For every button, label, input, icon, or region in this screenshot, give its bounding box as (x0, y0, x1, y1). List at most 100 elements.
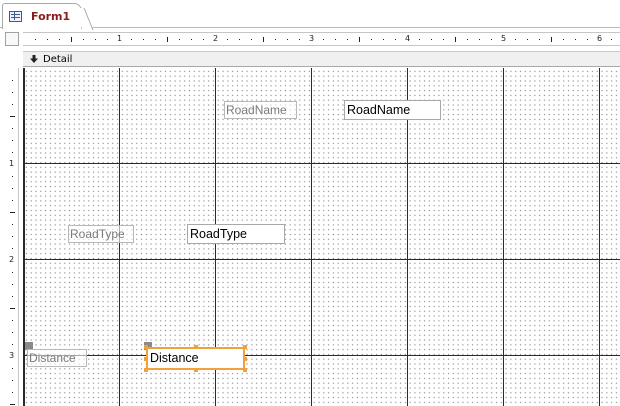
ruler-number: 3 (309, 34, 315, 43)
ruler-tick (12, 332, 13, 333)
ruler-tick (527, 39, 528, 40)
document-tab-strip: Form1 (0, 0, 620, 29)
ruler-tick (12, 92, 13, 93)
ruler-tick (35, 39, 36, 40)
ruler-tick (59, 39, 60, 40)
ruler-tick (12, 284, 13, 285)
ruler-tick (12, 188, 13, 189)
grid-line-horizontal (23, 355, 620, 356)
ruler-tick (491, 39, 492, 40)
form-selector-box[interactable] (5, 32, 19, 46)
ruler-tick (431, 39, 432, 40)
ruler-tick (443, 39, 444, 40)
grid-line-horizontal (23, 259, 620, 260)
detail-section-header[interactable]: Detail (23, 51, 620, 67)
ruler-tick (335, 39, 336, 40)
ruler-tick (395, 39, 396, 40)
grid-line-horizontal (23, 163, 620, 164)
ruler-tick (12, 176, 13, 177)
ruler-tick (12, 248, 13, 249)
ruler-tick (239, 39, 240, 40)
section-down-arrow-icon (30, 55, 38, 63)
ruler-number: 1 (9, 159, 15, 168)
ruler-tick (12, 380, 13, 381)
ruler-tick (563, 39, 564, 40)
ruler-tick (95, 39, 96, 40)
roadname-label[interactable]: RoadName (224, 101, 297, 119)
resize-handle[interactable] (144, 345, 148, 349)
form1-tab[interactable]: Form1 (2, 3, 82, 29)
ruler-number: 3 (9, 351, 15, 360)
ruler-tick (12, 224, 13, 225)
ruler-tick (323, 39, 324, 40)
ruler-tick (347, 39, 348, 40)
ruler-tick (587, 39, 588, 40)
ruler-number: 1 (117, 34, 123, 43)
ruler-tick (359, 37, 360, 42)
ruler-tick (143, 39, 144, 40)
ruler-tick (131, 39, 132, 40)
ruler-tick (71, 37, 72, 42)
ruler-tick (47, 39, 48, 40)
ruler-tick (12, 344, 13, 345)
ruler-tick (263, 37, 264, 42)
ruler-tick (275, 39, 276, 40)
roadtype-label[interactable]: RoadType (68, 225, 134, 243)
ruler-tick (12, 140, 13, 141)
resize-handle[interactable] (144, 357, 148, 361)
ruler-number: 2 (9, 255, 15, 264)
ruler-tick (479, 39, 480, 40)
resize-handle[interactable] (243, 345, 247, 349)
ruler-tick (12, 272, 13, 273)
ruler-tick (611, 39, 612, 40)
ruler-number: 5 (501, 34, 507, 43)
roadname-textbox[interactable]: RoadName (344, 100, 441, 120)
resize-handle[interactable] (243, 357, 247, 361)
ruler-tick (12, 320, 13, 321)
distance-textbox[interactable]: Distance (146, 347, 245, 370)
ruler-number: 6 (597, 34, 603, 43)
ruler-tick (12, 128, 13, 129)
resize-handle[interactable] (144, 368, 148, 372)
ruler-tick (12, 80, 13, 81)
resize-handle[interactable] (194, 345, 198, 349)
ruler-tick (83, 39, 84, 40)
ruler-tick (10, 116, 15, 117)
ruler-tick (10, 212, 15, 213)
ruler-tick (12, 236, 13, 237)
ruler-tick (12, 152, 13, 153)
ruler-tick (203, 39, 204, 40)
ruler-tick (251, 39, 252, 40)
resize-handle[interactable] (243, 368, 247, 372)
distance-label[interactable]: Distance (27, 349, 87, 367)
detail-section[interactable]: RoadName RoadName RoadType RoadType Dist… (23, 68, 620, 406)
ruler-tick (515, 39, 516, 40)
ruler-tick (287, 39, 288, 40)
ruler-tick (179, 39, 180, 40)
ruler-tick (575, 39, 576, 40)
detail-section-label: Detail (43, 54, 73, 65)
vertical-ruler[interactable]: 1 2 3 (5, 68, 19, 406)
ruler-tick (551, 37, 552, 42)
ruler-tick (383, 39, 384, 40)
roadtype-textbox[interactable]: RoadType (187, 224, 285, 244)
ruler-tick (419, 39, 420, 40)
ruler-tick (167, 37, 168, 42)
form1-tab-label: Form1 (31, 10, 71, 23)
ruler-tick (539, 39, 540, 40)
ruler-tick (12, 104, 13, 105)
ruler-tick (227, 39, 228, 40)
ruler-tick (467, 39, 468, 40)
ruler-number: 4 (405, 34, 411, 43)
ruler-tick (12, 200, 13, 201)
ruler-tick (12, 296, 13, 297)
ruler-tick (10, 308, 15, 309)
resize-handle[interactable] (194, 368, 198, 372)
ruler-tick (371, 39, 372, 40)
ruler-tick (299, 39, 300, 40)
ruler-tick (10, 404, 15, 405)
ruler-tick (12, 368, 13, 369)
form-icon (9, 11, 22, 22)
horizontal-ruler[interactable]: 1 2 3 4 5 6 (23, 32, 620, 46)
ruler-number: 2 (213, 34, 219, 43)
